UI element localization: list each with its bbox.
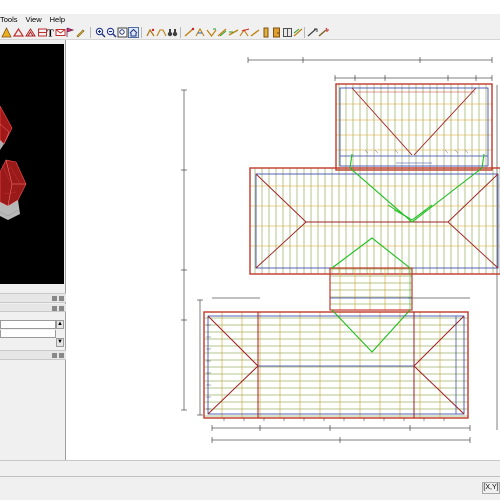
zoom-out-icon[interactable] [106,27,117,38]
menu-bar: Tools View Help [0,14,500,25]
triangle-icon[interactable] [1,27,12,38]
valley-icon[interactable] [206,27,217,38]
ridge-icon[interactable] [228,27,239,38]
measure-icon[interactable] [307,27,318,38]
toolbar: T [0,25,500,40]
hip-icon[interactable] [156,27,167,38]
door-icon[interactable] [271,27,282,38]
toolbar-separator [180,27,181,38]
status-bar: [X,Y] [0,476,500,500]
3d-preview-viewport[interactable] [0,44,64,284]
rafter-icon[interactable] [195,27,206,38]
svg-text:T: T [47,29,54,39]
toolbar-separator [304,27,305,38]
truss-icon[interactable] [25,27,36,38]
scroll-down-icon[interactable]: ▼ [56,338,64,347]
title-bar [0,0,500,14]
jack-icon[interactable] [217,27,228,38]
main-body [249,162,500,275]
properties-panel-header [0,293,66,303]
menu-tools[interactable]: Tools [0,14,22,25]
menu-view[interactable]: View [22,14,46,25]
property-field[interactable] [0,320,56,329]
coordinate-readout: [X,Y] [482,482,500,494]
toolbar-separator [141,27,142,38]
beam-icon[interactable] [250,27,261,38]
house-view-icon[interactable] [128,27,139,38]
binoculars-icon[interactable] [167,27,178,38]
panel-pin-icon[interactable] [52,353,57,358]
bottom-wing [203,311,469,421]
window-icon[interactable] [282,27,293,38]
left-panel: ▲ ▼ [0,40,66,460]
horizontal-scroll-area[interactable] [0,460,500,476]
panel-close-icon[interactable] [59,296,64,301]
top-gable-wing [335,83,493,171]
menu-help[interactable]: Help [46,14,69,25]
zoom-in-icon[interactable] [95,27,106,38]
gable-icon[interactable] [239,27,250,38]
panel-pin-icon[interactable] [52,296,57,301]
skylight-icon[interactable] [293,27,304,38]
toolbar-separator [90,27,91,38]
walk-icon[interactable] [145,27,156,38]
roof-plane-icon[interactable] [13,27,24,38]
panel-close-icon[interactable] [59,306,64,311]
roof-plan-drawing[interactable] [68,40,500,460]
panel-pin-icon[interactable] [52,306,57,311]
wand-icon[interactable] [318,27,329,38]
panel-close-icon[interactable] [59,353,64,358]
properties-panel-subheader [0,304,66,312]
zoom-fit-icon[interactable] [117,27,128,38]
scroll-up-icon[interactable]: ▲ [56,320,64,329]
property-field[interactable] [0,330,56,338]
trim-icon[interactable] [184,27,195,38]
layers-panel-header [0,350,66,360]
pencil-icon[interactable] [75,27,86,38]
